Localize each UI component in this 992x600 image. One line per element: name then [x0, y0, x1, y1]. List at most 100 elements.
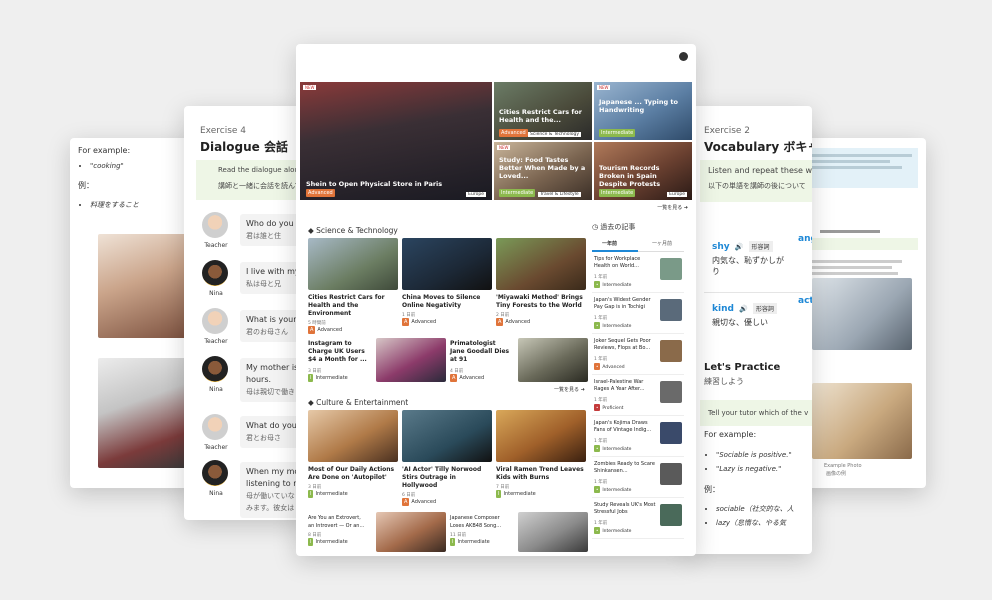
past-article-level: • Proficient — [594, 404, 624, 411]
photo-caption-en: Example Photo — [824, 463, 862, 469]
past-article-title: Japan's Kojima Draws Fans of Vintage Ind… — [594, 420, 652, 433]
article-thumbnail — [518, 512, 588, 552]
past-article-thumbnail — [660, 381, 682, 403]
family-photo — [812, 383, 912, 459]
tab-one-month[interactable]: 一ヶ月前 — [652, 240, 672, 247]
article-card-small[interactable]: Are You an Extrovert, an Introvert — Or … — [308, 512, 446, 554]
past-article-date: 1 年前 — [594, 480, 608, 485]
nina-avatar — [202, 260, 228, 286]
photo-caption-ja: 画像の例 — [826, 471, 847, 477]
article-card-small[interactable]: Instagram to Charge UK Users $4 a Month … — [308, 338, 446, 382]
hero-main[interactable]: NEW Shein to Open Physical Store in Pari… — [300, 82, 492, 200]
new-badge: NEW — [303, 85, 317, 90]
see-all-link[interactable]: 一覧を見る ➜ — [554, 386, 585, 393]
hero-top-mid[interactable]: Cities Restrict Cars for Health and the.… — [494, 82, 592, 140]
globe-icon[interactable] — [679, 52, 688, 61]
article-thumbnail — [308, 238, 398, 290]
nina-avatar — [202, 356, 228, 382]
past-article-thumbnail — [660, 340, 682, 362]
article-card[interactable]: China Moves to Silence Online Negativity… — [402, 238, 492, 332]
see-all-link[interactable]: 一覧を見る ➜ — [657, 204, 688, 211]
cooking-photo — [98, 234, 188, 338]
past-article-thumbnail — [660, 299, 682, 321]
cut-word-1: ang — [798, 234, 812, 244]
past-article-title: Japan's Widest Gender Pay Gap is in Toch… — [594, 297, 651, 310]
past-articles: ◷ 過去の記事 一年前 一ヶ月前 Tips for Workplace Heal… — [592, 222, 684, 552]
example-label: For example: — [78, 146, 131, 155]
practice-instruction: Tell your tutor which of the v — [700, 400, 812, 426]
pos-tag: 形容詞 — [748, 241, 773, 252]
past-article-title: Tips for Workplace Health on World... — [594, 256, 641, 269]
past-article-date: 1 年前 — [594, 521, 608, 526]
article-card[interactable]: 'AI Actor' Tilly Norwood Stirs Outrage i… — [402, 410, 492, 506]
past-article-title: Joker Sequel Gets Poor Reviews, Flops at… — [594, 338, 651, 351]
example-label: For example: — [704, 430, 757, 439]
tag-icon: ◆ — [308, 398, 314, 407]
info-panel — [806, 148, 918, 188]
exercise-label: Exercise 2 — [704, 126, 751, 136]
example-list: "cooking" — [90, 162, 124, 170]
vocab-word-1: shy 🔊 形容詞 内気な、恥ずかしが り — [712, 241, 784, 276]
past-article-item[interactable]: Japan's Kojima Draws Fans of Vintage Ind… — [592, 416, 684, 457]
past-list: Tips for Workplace Health on World... 1 年… — [592, 252, 684, 539]
dialogue-row: Nina My mother is hours. 母は親切で働き — [198, 354, 310, 408]
vocabulary-card: Exercise 2 Vocabulary ボキャ Listen and rep… — [686, 106, 812, 554]
dialogue-card: Exercise 4 Dialogue 会話 Read the dialogue… — [184, 106, 310, 520]
past-article-item[interactable]: Joker Sequel Gets Poor Reviews, Flops at… — [592, 334, 684, 375]
article-thumbnail — [402, 410, 492, 462]
nina-avatar — [202, 460, 228, 486]
level-badge: Advanced — [306, 189, 335, 197]
practice-title-ja: 練習しよう — [704, 377, 744, 386]
past-article-thumbnail — [660, 422, 682, 444]
hero-bot-right[interactable]: Tourism Records Broken in Spain Despite … — [594, 142, 692, 200]
vocab-title: Vocabulary ボキャ — [704, 140, 812, 154]
past-article-item[interactable]: Zombies Ready to Scare Shinkansen... 1 年前… — [592, 457, 684, 498]
section-title-science: ◆ Science & Technology — [308, 226, 398, 235]
past-article-thumbnail — [660, 463, 682, 485]
article-thumbnail — [496, 410, 586, 462]
past-article-item[interactable]: Israel-Palestine War Rages A Year After.… — [592, 375, 684, 416]
past-article-thumbnail — [660, 504, 682, 526]
living-room-photo — [812, 278, 912, 350]
hero-top-right[interactable]: NEW Japanese ... Typing to Handwriting I… — [594, 82, 692, 150]
speaker-icon[interactable]: 🔊 — [735, 243, 744, 251]
article-card-small[interactable]: Primatologist Jane Goodall Dies at 91 4 … — [450, 338, 588, 382]
past-article-level: • Intermediate — [594, 486, 632, 493]
practice-title: Let's Practice — [704, 362, 781, 373]
article-card-small[interactable]: Japanese Composer Loses AKB48 Song... 11… — [450, 512, 588, 554]
past-article-level: • Intermediate — [594, 281, 632, 288]
cut-word-2: act — [798, 296, 812, 306]
past-article-item[interactable]: Japan's Widest Gender Pay Gap is in Toch… — [592, 293, 684, 334]
past-tabs: 一年前 一ヶ月前 — [592, 240, 684, 252]
example-list-ja: sociable（社交的な、人 lazy（怠惰な、やる気 — [716, 502, 794, 530]
dialogue-title: Dialogue 会話 — [200, 140, 288, 154]
past-article-thumbnail — [660, 258, 682, 280]
past-article-title: Israel-Palestine War Rages A Year After.… — [594, 379, 645, 392]
past-article-item[interactable]: Tips for Workplace Health on World... 1 年… — [592, 252, 684, 293]
past-title: ◷ 過去の記事 — [592, 223, 636, 231]
tab-one-year[interactable]: 一年前 — [602, 240, 617, 247]
article-thumbnail — [376, 338, 446, 382]
section-title-culture: ◆ Culture & Entertainment — [308, 398, 409, 407]
past-article-date: 1 年前 — [594, 275, 608, 280]
article-card[interactable]: Most of Our Daily Actions Are Done on 'A… — [308, 410, 398, 504]
past-article-item[interactable]: Study Reveals UK's Most Stressful Jobs 1 … — [592, 498, 684, 539]
article-card[interactable]: 'Miyawaki Method' Brings Tiny Forests to… — [496, 238, 586, 332]
dialogue-row: Nina When my mo listening to r 母が働いていな み… — [198, 458, 310, 518]
shopping-photo — [98, 358, 188, 468]
article-card[interactable]: Cities Restrict Cars for Health and the … — [308, 238, 398, 334]
word-text: shy — [712, 242, 730, 252]
dialogue-row: Teacher What do you 君とお母さ — [198, 412, 310, 458]
region-tag: Europe — [466, 192, 486, 197]
hero-bot-mid[interactable]: NEW Study: Food Tastes Better When Made … — [494, 142, 592, 200]
past-article-level: • Advanced — [594, 363, 625, 370]
article-card[interactable]: Viral Ramen Trend Leaves Kids with Burns… — [496, 410, 586, 504]
dialogue-row: Teacher Who do you 君は誰と住 — [198, 210, 310, 256]
speaker-icon[interactable]: 🔊 — [739, 305, 748, 313]
dialogue-row: Nina I live with my 私は母と兄 — [198, 258, 310, 304]
past-article-date: 1 年前 — [594, 398, 608, 403]
article-thumbnail — [308, 410, 398, 462]
word-text: kind — [712, 304, 734, 314]
hero-grid: NEW Shein to Open Physical Store in Pari… — [300, 82, 692, 200]
clock-icon: ◷ — [592, 223, 599, 231]
